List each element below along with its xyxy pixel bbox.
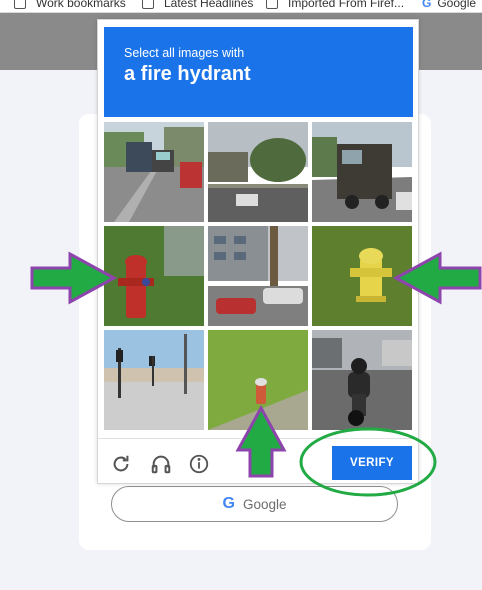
captcha-tile-1[interactable] bbox=[104, 122, 204, 222]
captcha-prompt: Select all images with a fire hydrant bbox=[104, 27, 413, 117]
captcha-tile-9[interactable] bbox=[312, 330, 412, 430]
bookmark-headlines[interactable]: Latest Headlines bbox=[142, 0, 253, 12]
google-signin-label: Google bbox=[242, 496, 287, 512]
prompt-object: a fire hydrant bbox=[124, 63, 251, 85]
google-g-icon: G bbox=[222, 495, 235, 512]
bookmark-label: Latest Headlines bbox=[164, 0, 254, 10]
bookmarks-bar: Work bookmarks Latest Headlines Imported… bbox=[0, 0, 482, 13]
captcha-tile-6[interactable] bbox=[312, 226, 412, 326]
bookmark-label: Imported From Firef... bbox=[288, 0, 405, 10]
bookmark-label: Work bookmarks bbox=[36, 0, 126, 10]
prompt-line: Select all images with bbox=[124, 46, 245, 60]
folder-icon bbox=[266, 0, 278, 9]
folder-icon bbox=[14, 0, 26, 9]
captcha-image-grid bbox=[104, 122, 413, 430]
verify-button[interactable]: VERIFY bbox=[332, 446, 412, 480]
captcha-tile-5[interactable] bbox=[208, 226, 308, 326]
captcha-challenge: Select all images with a fire hydrant VE… bbox=[97, 19, 419, 484]
headphones-icon[interactable] bbox=[150, 453, 172, 475]
captcha-tile-8[interactable] bbox=[208, 330, 308, 430]
bookmark-work[interactable]: Work bookmarks bbox=[14, 0, 126, 12]
reload-icon[interactable] bbox=[110, 453, 132, 475]
google-icon: G bbox=[422, 0, 432, 10]
captcha-tile-7[interactable] bbox=[104, 330, 204, 430]
bookmark-imported[interactable]: Imported From Firef... bbox=[266, 0, 404, 12]
info-icon[interactable] bbox=[188, 453, 210, 475]
google-signin-button[interactable]: G Google bbox=[111, 486, 398, 522]
captcha-tile-4[interactable] bbox=[104, 226, 204, 326]
bookmark-label: Google bbox=[437, 0, 477, 10]
captcha-tile-2[interactable] bbox=[208, 122, 308, 222]
folder-icon bbox=[142, 0, 154, 9]
captcha-tile-3[interactable] bbox=[312, 122, 412, 222]
bookmark-google[interactable]: G Google bbox=[422, 0, 476, 12]
captcha-footer: VERIFY bbox=[98, 438, 418, 485]
